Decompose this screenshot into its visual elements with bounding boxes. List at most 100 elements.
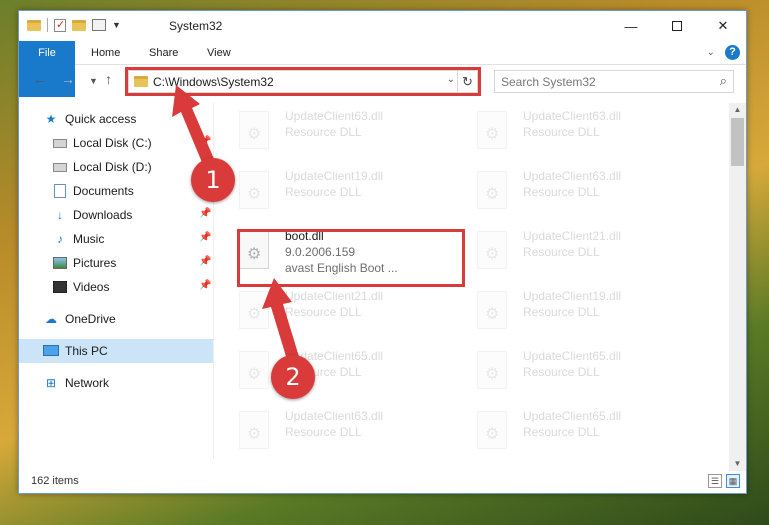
sidebar-item-label: Documents [73,184,134,198]
scroll-thumb[interactable] [731,118,744,166]
pictures-icon [53,257,67,269]
minimize-button[interactable]: — [608,11,654,41]
file-item[interactable]: UpdateClient65.dll Resource DLL [219,343,449,399]
tiles-view-icon[interactable]: ▦ [726,474,740,488]
recent-locations-button[interactable]: ▼ [89,76,98,86]
file-name: UpdateClient65.dll [523,409,622,423]
file-item[interactable]: UpdateClient21.dll Resource DLL [457,223,687,279]
ribbon-tabs: File Home Share View ⌄ ? [19,41,746,97]
navigation-bar: ← → ▼ ↑ C:\Windows\System32 ⌄ ↻ Search S… [19,66,746,98]
window-title: System32 [169,19,223,33]
properties-check-icon[interactable] [54,18,66,32]
sidebar-item-quick-access[interactable]: ★ Quick access [19,107,213,131]
sidebar-item-music[interactable]: ♪ Music 📌 [19,227,213,251]
file-type: Resource DLL [523,365,600,379]
search-icon[interactable]: ⌕ [720,73,727,89]
pane-divider [213,103,214,459]
dll-file-icon [239,111,269,149]
sidebar-item-label: Network [65,376,110,390]
sidebar-item-label: OneDrive [65,312,116,326]
customize-toolbar-icon[interactable] [92,19,106,31]
address-highlight-box [125,67,481,96]
boot-dll-highlight-box [237,229,465,287]
file-name: UpdateClient63.dll [523,109,622,123]
pin-icon[interactable]: 📌 [199,208,211,219]
file-item[interactable]: UpdateClient63.dll Resource DLL [457,103,687,159]
file-explorer-window: ▼ System32 — ✕ File Home Share View ⌄ ? … [18,10,747,494]
sidebar-item-local-disk-c[interactable]: Local Disk (C:) 📌 [19,131,213,155]
new-folder-icon[interactable] [72,19,86,31]
sidebar-item-local-disk-d[interactable]: Local Disk (D:) [19,155,213,179]
sidebar-item-label: Pictures [73,256,117,270]
dll-file-icon [239,171,269,209]
sidebar-item-pictures[interactable]: Pictures 📌 [19,251,213,275]
pin-icon[interactable]: 📌 [199,280,211,291]
sidebar-item-videos[interactable]: Videos 📌 [19,275,213,299]
pin-icon[interactable]: 📌 [199,256,211,267]
quick-access-toolbar: ▼ [27,18,121,32]
music-icon: ♪ [57,232,63,246]
sidebar-item-label: Videos [73,280,110,294]
pin-icon[interactable]: 📌 [199,136,211,147]
sidebar-item-this-pc[interactable]: This PC [19,339,213,363]
dll-file-icon [239,411,269,449]
sidebar-item-label: Quick access [65,112,137,126]
sidebar-item-downloads[interactable]: ↓ Downloads 📌 [19,203,213,227]
file-type: Resource DLL [523,425,600,439]
star-icon: ★ [45,112,57,126]
view-switcher: ☰ ▦ [708,474,740,488]
navigation-pane: ★ Quick access Local Disk (C:) 📌 Local D… [19,103,213,459]
status-bar: 162 items ☰ ▦ [19,471,746,493]
sidebar-item-network[interactable]: ⊞ Network [19,371,213,395]
sidebar-item-onedrive[interactable]: ☁ OneDrive [19,307,213,331]
dll-file-icon [477,111,507,149]
sidebar-item-documents[interactable]: Documents 📌 [19,179,213,203]
pin-icon[interactable]: 📌 [199,232,211,243]
back-button[interactable]: ← [33,71,47,87]
up-button[interactable]: ↑ [105,71,112,87]
file-item[interactable]: UpdateClient21.dll Resource DLL [219,283,449,339]
scroll-down-icon[interactable]: ▼ [729,457,746,471]
dll-file-icon [477,411,507,449]
maximize-icon [672,21,682,31]
sidebar-item-label: Local Disk (D:) [73,160,152,174]
file-name: UpdateClient19.dll [523,289,622,303]
file-item[interactable]: UpdateClient19.dll Resource DLL [219,163,449,219]
chevron-down-icon[interactable]: ▼ [112,20,121,30]
search-box[interactable]: Search System32 ⌕ [494,70,734,93]
dll-file-icon [477,351,507,389]
dll-file-icon [477,291,507,329]
forward-button[interactable]: → [61,71,75,87]
network-icon: ⊞ [45,376,57,390]
file-item[interactable]: UpdateClient65.dll Resource DLL [457,403,687,459]
tab-home[interactable]: Home [79,41,132,65]
sidebar-item-label: Local Disk (C:) [73,136,152,150]
search-placeholder[interactable]: Search System32 [501,75,596,89]
dll-file-icon [477,231,507,269]
file-type: Resource DLL [285,125,362,139]
maximize-button[interactable] [654,11,700,41]
file-type: Resource DLL [523,245,600,259]
ribbon-controls: ⌄ ? [707,45,740,60]
sidebar-item-label: Music [73,232,105,246]
file-item[interactable]: UpdateClient19.dll Resource DLL [457,283,687,339]
details-view-icon[interactable]: ☰ [708,474,722,488]
file-item[interactable]: UpdateClient63.dll Resource DLL [457,163,687,219]
file-item[interactable]: UpdateClient63.dll Resource DLL [219,403,449,459]
tab-view[interactable]: View [195,41,243,65]
file-item[interactable]: UpdateClient65.dll Resource DLL [457,343,687,399]
file-type: Resource DLL [285,185,362,199]
close-button[interactable]: ✕ [700,11,746,41]
tab-share[interactable]: Share [137,41,190,65]
expand-ribbon-icon[interactable]: ⌄ [707,47,715,58]
help-icon[interactable]: ? [725,45,740,60]
drive-icon [53,163,67,172]
file-name: UpdateClient63.dll [285,409,384,423]
sidebar-item-label: Downloads [73,208,133,222]
videos-icon [53,281,67,293]
scroll-up-icon[interactable]: ▲ [729,103,746,117]
file-name: UpdateClient19.dll [285,169,384,183]
file-item[interactable]: UpdateClient63.dll Resource DLL [219,103,449,159]
vertical-scrollbar[interactable]: ▲ ▼ [729,103,746,471]
file-type: Resource DLL [523,305,600,319]
